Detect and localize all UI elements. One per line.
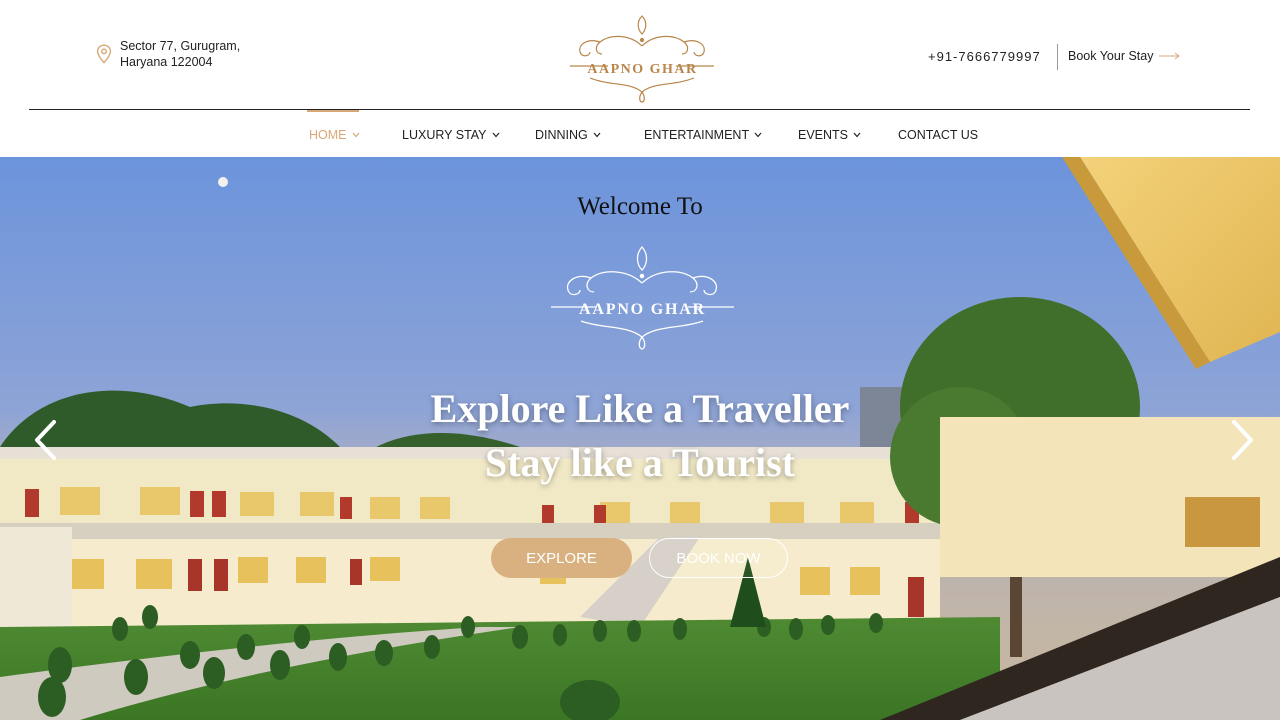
nav-item-entertainment[interactable]: ENTERTAINMENT: [644, 128, 762, 142]
chevron-right-icon[interactable]: [1230, 419, 1256, 461]
address-block: Sector 77, Gurugram, Haryana 122004: [96, 38, 240, 70]
chevron-down-icon: [492, 132, 499, 138]
map-pin-icon: [96, 44, 112, 64]
hero-slider: Welcome To AAPNO GHAR Explore Like a Tra…: [0, 157, 1280, 720]
chevron-down-icon: [352, 132, 359, 138]
top-header: Sector 77, Gurugram, Haryana 122004 AAPN…: [0, 0, 1280, 110]
explore-button[interactable]: EXPLORE: [491, 538, 632, 578]
hero-logo: AAPNO GHAR: [545, 243, 740, 351]
address-line-1: Sector 77, Gurugram,: [120, 39, 241, 53]
arrow-right-icon: [1159, 52, 1181, 60]
main-nav: HOME LUXURY STAY DINNING ENTERTAINMENT E…: [0, 110, 1280, 157]
chevron-down-icon: [754, 132, 762, 138]
hero-headline-line-1: Explore Like a Traveller: [430, 386, 850, 431]
header-divider: [1057, 44, 1058, 70]
nav-item-label: CONTACT US: [898, 128, 979, 142]
book-your-stay-label: Book Your Stay: [1068, 49, 1154, 63]
phone-number[interactable]: +91-7666779997: [928, 49, 1041, 64]
hero-headline-line-2: Stay like a Tourist: [484, 440, 796, 485]
chevron-left-icon[interactable]: [32, 419, 58, 461]
address-line-2: Haryana 122004: [120, 55, 213, 69]
chevron-down-icon: [593, 132, 601, 138]
nav-item-label: LUXURY STAY: [402, 128, 487, 142]
nav-item-luxury-stay[interactable]: LUXURY STAY: [402, 128, 500, 142]
welcome-text: Welcome To: [577, 193, 703, 220]
book-now-button[interactable]: BOOK NOW: [649, 538, 788, 578]
nav-item-label: DINNING: [535, 128, 588, 142]
chevron-down-icon: [853, 132, 861, 138]
logo-ornament-icon: [570, 15, 714, 103]
nav-item-contact-us[interactable]: CONTACT US: [898, 128, 978, 142]
hero-logo-text: AAPNO GHAR: [579, 301, 706, 318]
brand-logo[interactable]: AAPNO GHAR: [560, 12, 725, 104]
nav-item-dinning[interactable]: DINNING: [535, 128, 601, 142]
nav-item-label: ENTERTAINMENT: [644, 128, 750, 142]
nav-item-label: EVENTS: [798, 128, 849, 142]
nav-item-label: HOME: [309, 128, 347, 142]
logo-ornament-icon: [551, 246, 734, 350]
nav-item-home[interactable]: HOME: [307, 110, 360, 142]
nav-item-events[interactable]: EVENTS: [798, 128, 861, 142]
logo-text: AAPNO GHAR: [587, 62, 698, 77]
book-your-stay-link[interactable]: Book Your Stay: [1068, 49, 1181, 63]
